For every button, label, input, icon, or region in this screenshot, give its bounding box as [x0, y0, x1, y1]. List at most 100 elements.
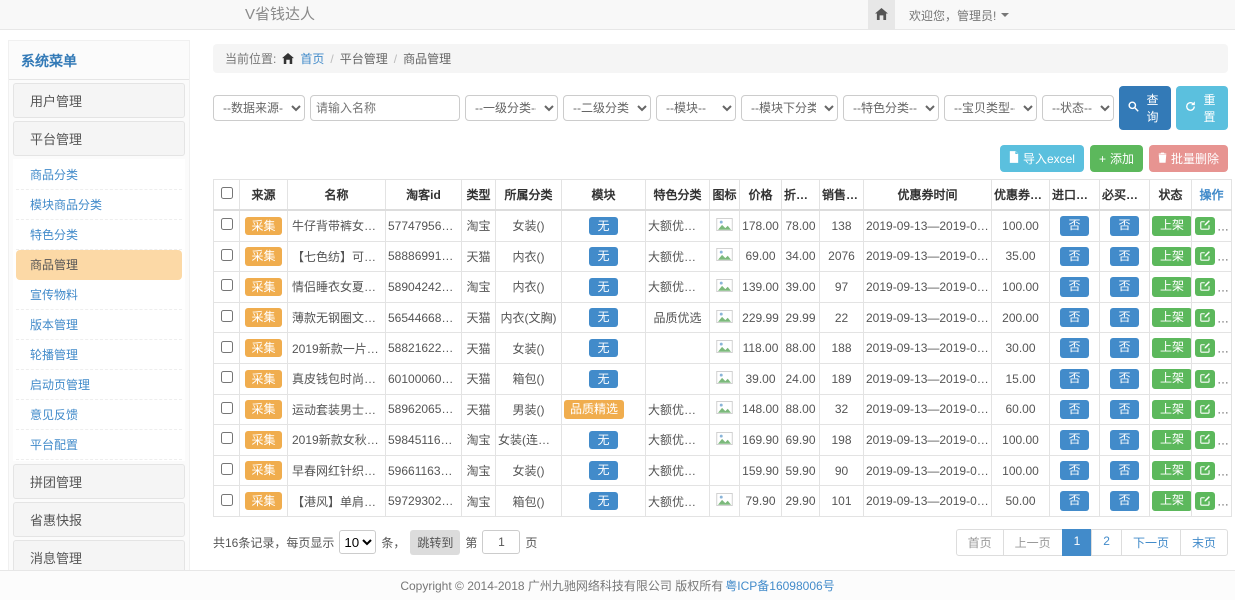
edit-button[interactable]	[1195, 309, 1215, 327]
sidebar-item[interactable]: 特色分类	[16, 220, 182, 250]
page-button[interactable]: 上一页	[1003, 529, 1063, 556]
row-checkbox[interactable]	[221, 371, 233, 383]
feature-category-select[interactable]: --特色分类--	[843, 95, 939, 121]
page-button[interactable]: 末页	[1180, 529, 1228, 556]
status-toggle[interactable]: 上架	[1152, 247, 1192, 267]
page-button[interactable]: 首页	[956, 529, 1004, 556]
row-checkbox[interactable]	[221, 310, 233, 322]
edit-button[interactable]	[1195, 400, 1215, 418]
row-checkbox[interactable]	[221, 341, 233, 353]
home-button[interactable]	[868, 0, 895, 30]
sales-cell: 189	[820, 363, 864, 394]
select-all-checkbox[interactable]	[221, 187, 233, 199]
jump-button[interactable]: 跳转到	[410, 530, 460, 555]
sidebar-item[interactable]: 意见反馈	[16, 400, 182, 430]
must-buy-toggle[interactable]: 否	[1110, 491, 1138, 511]
status-toggle[interactable]: 上架	[1152, 338, 1192, 358]
import-select-toggle[interactable]: 否	[1060, 247, 1088, 267]
edit-button[interactable]	[1195, 492, 1215, 510]
type-cell: 淘宝	[462, 455, 496, 486]
status-toggle[interactable]: 上架	[1152, 491, 1192, 511]
sidebar-item-active[interactable]: 商品管理	[16, 250, 182, 280]
row-checkbox[interactable]	[221, 432, 233, 444]
edit-button[interactable]	[1195, 247, 1215, 265]
sidebar-item[interactable]: 商品分类	[16, 160, 182, 190]
edit-button[interactable]	[1195, 370, 1215, 388]
sidebar-item[interactable]: 启动页管理	[16, 370, 182, 400]
status-toggle[interactable]: 上架	[1152, 216, 1192, 236]
import-select-toggle[interactable]: 否	[1060, 400, 1088, 420]
edit-button[interactable]	[1195, 217, 1215, 235]
row-checkbox[interactable]	[221, 279, 233, 291]
category1-select[interactable]: --一级分类--	[465, 95, 558, 121]
import-select-toggle[interactable]: 否	[1060, 308, 1088, 328]
reset-button[interactable]: 重置	[1176, 86, 1228, 130]
sidebar-item[interactable]: 平台配置	[16, 430, 182, 460]
add-button[interactable]: + 添加	[1090, 145, 1143, 172]
data-source-select[interactable]: --数据来源--	[213, 95, 305, 121]
coupon-amount-cell: 30.00	[992, 333, 1050, 364]
must-buy-toggle[interactable]: 否	[1110, 369, 1138, 389]
module-select[interactable]: --模块--	[656, 95, 736, 121]
module-subcategory-select[interactable]: --模块下分类--	[741, 95, 838, 121]
row-checkbox[interactable]	[221, 463, 233, 475]
status-cell: 上架	[1150, 210, 1192, 241]
page-button[interactable]: 下一页	[1121, 529, 1181, 556]
row-checkbox[interactable]	[221, 218, 233, 230]
page-size-select[interactable]: 10	[339, 530, 376, 554]
import-select-toggle[interactable]: 否	[1060, 491, 1088, 511]
sidebar-section[interactable]: 省惠快报	[13, 502, 185, 537]
must-buy-toggle[interactable]: 否	[1110, 461, 1138, 481]
sidebar-section[interactable]: 拼团管理	[13, 464, 185, 499]
item-type-select[interactable]: --宝贝类型--	[944, 95, 1037, 121]
import-select-toggle[interactable]: 否	[1060, 277, 1088, 297]
edit-button[interactable]	[1195, 431, 1215, 449]
sidebar-section[interactable]: 平台管理	[13, 121, 185, 156]
import-select-toggle[interactable]: 否	[1060, 461, 1088, 481]
import-select-toggle[interactable]: 否	[1060, 216, 1088, 236]
status-toggle[interactable]: 上架	[1152, 308, 1192, 328]
row-checkbox[interactable]	[221, 494, 233, 506]
breadcrumb-home-link[interactable]: 首页	[300, 50, 324, 67]
edit-button[interactable]	[1195, 462, 1215, 480]
coupon-time-cell: 2019-09-13—2019-09-18	[864, 486, 992, 517]
status-toggle[interactable]: 上架	[1152, 461, 1192, 481]
must-buy-toggle[interactable]: 否	[1110, 430, 1138, 450]
edit-button[interactable]	[1195, 339, 1215, 357]
import-excel-button[interactable]: 导入excel	[1000, 145, 1084, 172]
sidebar-item[interactable]: 轮播管理	[16, 340, 182, 370]
must-buy-toggle[interactable]: 否	[1110, 216, 1138, 236]
status-toggle[interactable]: 上架	[1152, 400, 1192, 420]
page-button[interactable]: 1	[1062, 529, 1093, 556]
status-select[interactable]: --状态--	[1042, 95, 1114, 121]
must-buy-toggle[interactable]: 否	[1110, 277, 1138, 297]
sidebar-item[interactable]: 版本管理	[16, 310, 182, 340]
batch-delete-button[interactable]: 批量删除	[1149, 145, 1228, 172]
icp-link[interactable]: 粤ICP备16098006号	[725, 577, 834, 594]
coupon-amount-cell: 15.00	[992, 363, 1050, 394]
module-cell: 无	[562, 333, 646, 364]
must-buy-toggle[interactable]: 否	[1110, 308, 1138, 328]
category2-select[interactable]: --二级分类--	[563, 95, 651, 121]
name-input[interactable]	[310, 95, 460, 121]
row-checkbox[interactable]	[221, 402, 233, 414]
user-menu[interactable]: 欢迎您，管理员!	[895, 0, 1009, 30]
import-select-toggle[interactable]: 否	[1060, 338, 1088, 358]
must-buy-toggle[interactable]: 否	[1110, 247, 1138, 267]
sidebar-item[interactable]: 模块商品分类	[16, 190, 182, 220]
must-buy-toggle[interactable]: 否	[1110, 338, 1138, 358]
search-button[interactable]: 查询	[1119, 86, 1171, 130]
status-toggle[interactable]: 上架	[1152, 430, 1192, 450]
must-buy-toggle[interactable]: 否	[1110, 400, 1138, 420]
jump-page-input[interactable]	[482, 530, 520, 554]
row-checkbox[interactable]	[221, 249, 233, 261]
sidebar-item[interactable]: 宣传物料	[16, 280, 182, 310]
page-button[interactable]: 2	[1091, 529, 1122, 556]
import-select-toggle[interactable]: 否	[1060, 369, 1088, 389]
status-toggle[interactable]: 上架	[1152, 277, 1192, 297]
sidebar-section[interactable]: 用户管理	[13, 83, 185, 118]
edit-button[interactable]	[1195, 278, 1215, 296]
import-select-toggle[interactable]: 否	[1060, 430, 1088, 450]
status-toggle[interactable]: 上架	[1152, 369, 1192, 389]
sales-cell: 90	[820, 455, 864, 486]
